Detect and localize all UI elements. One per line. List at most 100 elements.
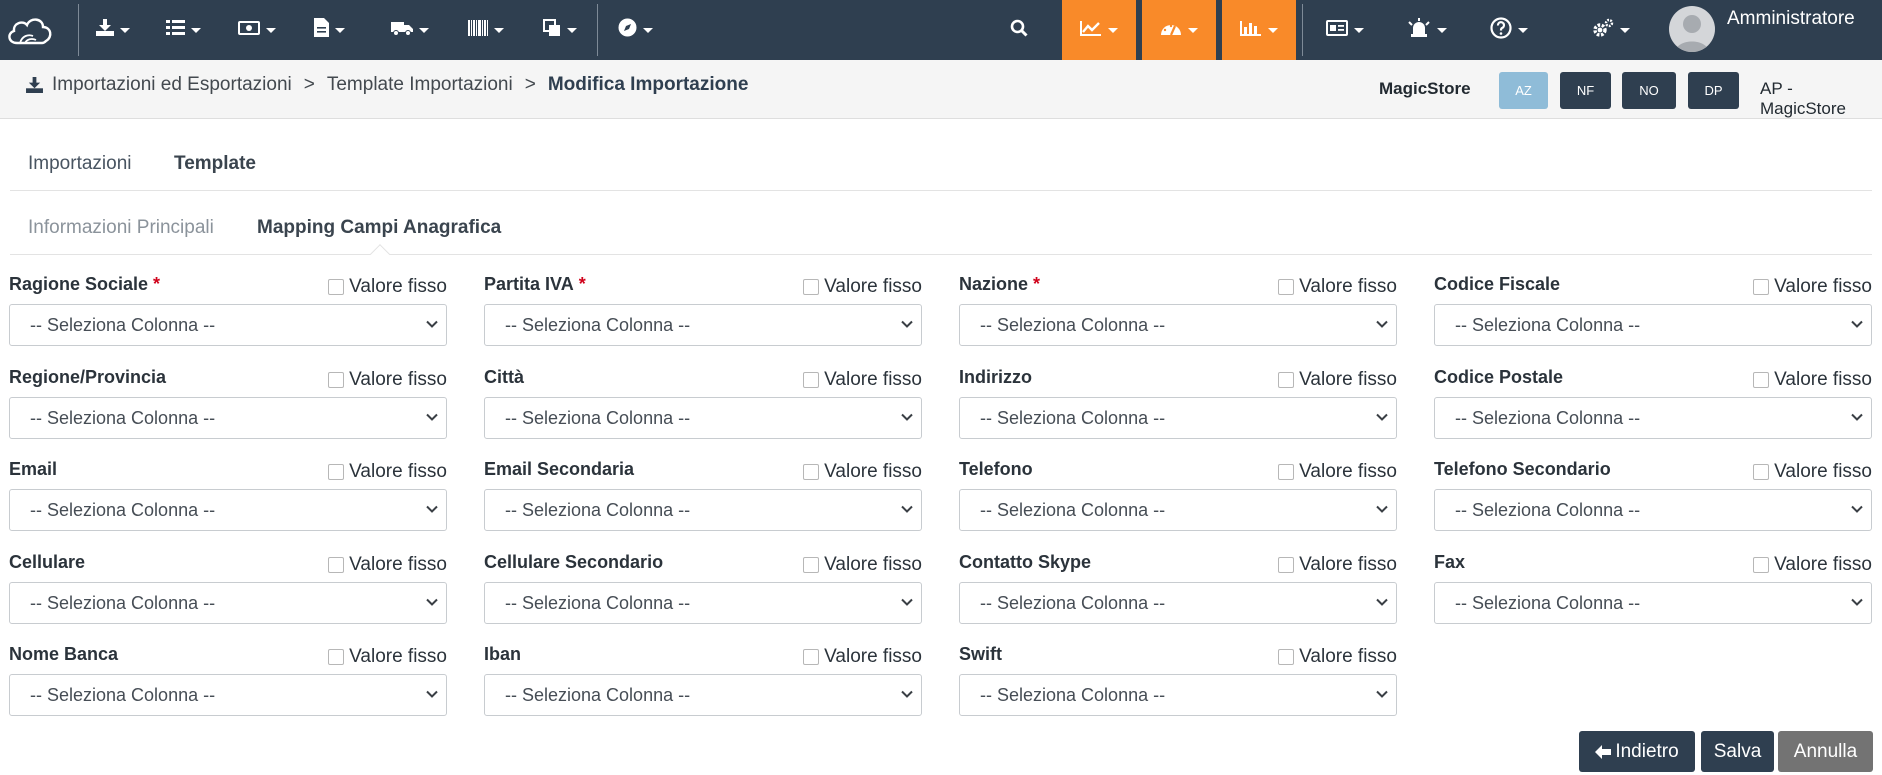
fixed-value-toggle[interactable]: Valore fisso (803, 369, 922, 391)
column-select[interactable]: -- Seleziona Colonna -- (9, 397, 447, 439)
fixed-value-label: Valore fisso (1774, 276, 1872, 297)
field-label-text: Contatto Skype (959, 552, 1092, 572)
fixed-value-checkbox[interactable] (803, 557, 820, 573)
tab-informazioni-principali[interactable]: Informazioni Principali (28, 217, 214, 239)
fixed-value-checkbox[interactable] (1753, 464, 1770, 480)
column-select[interactable]: -- Seleziona Colonna -- (484, 582, 922, 624)
fixed-value-toggle[interactable]: Valore fisso (1753, 554, 1872, 576)
column-select[interactable]: -- Seleziona Colonna -- (9, 674, 447, 716)
fixed-value-checkbox[interactable] (1753, 279, 1770, 295)
field-label: Regione/Provincia (9, 367, 171, 388)
fixed-value-checkbox[interactable] (1278, 464, 1295, 480)
avatar[interactable] (1669, 6, 1715, 52)
column-select[interactable]: -- Seleziona Colonna -- (1434, 489, 1872, 531)
fixed-value-checkbox[interactable] (328, 464, 345, 480)
column-select[interactable]: -- Seleziona Colonna -- (484, 674, 922, 716)
fixed-value-checkbox[interactable] (328, 279, 345, 295)
tab-importazioni[interactable]: Importazioni (28, 153, 132, 175)
column-select-value: -- Seleziona Colonna -- (1455, 592, 1641, 613)
save-button[interactable]: Salva (1701, 731, 1774, 772)
fixed-value-toggle[interactable]: Valore fisso (1753, 276, 1872, 298)
field-label-text: Codice Fiscale (1434, 274, 1561, 294)
column-select-value: -- Seleziona Colonna -- (30, 314, 216, 335)
breadcrumb-link-import-templates[interactable]: Template Importazioni (327, 74, 513, 96)
fixed-value-checkbox[interactable] (328, 557, 345, 573)
fixed-value-checkbox[interactable] (1278, 557, 1295, 573)
fixed-value-toggle[interactable]: Valore fisso (1753, 461, 1872, 483)
line-chart-icon (1080, 20, 1102, 41)
dashboard-menu[interactable] (1142, 0, 1216, 60)
tab-mapping-campi-anagrafica[interactable]: Mapping Campi Anagrafica (257, 217, 501, 239)
fixed-value-toggle[interactable]: Valore fisso (1278, 461, 1397, 483)
fixed-value-checkbox[interactable] (803, 649, 820, 665)
fixed-value-label: Valore fisso (1299, 461, 1397, 482)
column-select[interactable]: -- Seleziona Colonna -- (959, 582, 1397, 624)
fixed-value-checkbox[interactable] (1278, 372, 1295, 388)
contacts-menu[interactable] (1320, 0, 1370, 60)
column-select[interactable]: -- Seleziona Colonna -- (1434, 304, 1872, 346)
column-select[interactable]: -- Seleziona Colonna -- (959, 397, 1397, 439)
column-select[interactable]: -- Seleziona Colonna -- (484, 397, 922, 439)
fixed-value-toggle[interactable]: Valore fisso (1278, 276, 1397, 298)
fixed-value-checkbox[interactable] (328, 649, 345, 665)
column-select[interactable]: -- Seleziona Colonna -- (9, 489, 447, 531)
reports-menu[interactable] (1222, 0, 1296, 60)
fixed-value-toggle[interactable]: Valore fisso (328, 276, 447, 298)
column-select[interactable]: -- Seleziona Colonna -- (959, 489, 1397, 531)
explore-menu[interactable] (612, 0, 658, 60)
alerts-menu[interactable] (1398, 0, 1456, 60)
column-select[interactable]: -- Seleziona Colonna -- (959, 304, 1397, 346)
cloud-logo-icon[interactable] (2, 0, 58, 60)
fixed-value-toggle[interactable]: Valore fisso (803, 554, 922, 576)
fixed-value-checkbox[interactable] (803, 372, 820, 388)
column-select[interactable]: -- Seleziona Colonna -- (484, 489, 922, 531)
list-menu[interactable] (160, 0, 206, 60)
settings-menu[interactable] (1582, 0, 1640, 60)
money-menu[interactable] (234, 0, 280, 60)
barcode-menu[interactable] (462, 0, 510, 60)
fixed-value-checkbox[interactable] (1753, 557, 1770, 573)
import-menu[interactable] (90, 0, 136, 60)
fixed-value-checkbox[interactable] (803, 279, 820, 295)
fixed-value-toggle[interactable]: Valore fisso (328, 461, 447, 483)
fixed-value-checkbox[interactable] (803, 464, 820, 480)
column-select[interactable]: -- Seleziona Colonna -- (959, 674, 1397, 716)
column-select[interactable]: -- Seleziona Colonna -- (9, 582, 447, 624)
fixed-value-checkbox[interactable] (1278, 279, 1295, 295)
fixed-value-toggle[interactable]: Valore fisso (328, 369, 447, 391)
fixed-value-toggle[interactable]: Valore fisso (803, 646, 922, 668)
store-code-button-no[interactable]: NO (1622, 72, 1676, 109)
column-select[interactable]: -- Seleziona Colonna -- (1434, 582, 1872, 624)
column-select-value: -- Seleziona Colonna -- (1455, 407, 1641, 428)
mapping-field: Codice Postale Valore fisso -- Seleziona C… (1434, 353, 1872, 439)
fixed-value-toggle[interactable]: Valore fisso (803, 276, 922, 298)
store-code-button-dp[interactable]: DP (1688, 72, 1739, 109)
fixed-value-toggle[interactable]: Valore fisso (328, 554, 447, 576)
help-menu[interactable] (1484, 0, 1534, 60)
column-select[interactable]: -- Seleziona Colonna -- (1434, 397, 1872, 439)
fixed-value-toggle[interactable]: Valore fisso (1278, 646, 1397, 668)
column-select[interactable]: -- Seleziona Colonna -- (9, 304, 447, 346)
search-button[interactable] (1000, 0, 1038, 60)
field-label: Codice Postale (1434, 367, 1568, 388)
copy-menu[interactable] (536, 0, 584, 60)
fixed-value-checkbox[interactable] (1278, 649, 1295, 665)
column-select[interactable]: -- Seleziona Colonna -- (484, 304, 922, 346)
documents-menu[interactable] (306, 0, 352, 60)
fixed-value-toggle[interactable]: Valore fisso (328, 646, 447, 668)
user-name[interactable]: Amministratore (1727, 8, 1855, 30)
fixed-value-checkbox[interactable] (328, 372, 345, 388)
store-code-button-az[interactable]: AZ (1499, 72, 1548, 109)
store-code-button-nf[interactable]: NF (1560, 72, 1611, 109)
breadcrumb-link-imports-exports[interactable]: Importazioni ed Esportazioni (52, 74, 292, 96)
shipping-menu[interactable] (385, 0, 435, 60)
fixed-value-checkbox[interactable] (1753, 372, 1770, 388)
fixed-value-toggle[interactable]: Valore fisso (1278, 554, 1397, 576)
fixed-value-toggle[interactable]: Valore fisso (803, 461, 922, 483)
fixed-value-toggle[interactable]: Valore fisso (1753, 369, 1872, 391)
tab-template[interactable]: Template (174, 153, 256, 175)
cancel-button[interactable]: Annulla (1778, 731, 1873, 772)
back-button[interactable]: Indietro (1579, 731, 1695, 772)
stats-menu[interactable] (1062, 0, 1136, 60)
fixed-value-toggle[interactable]: Valore fisso (1278, 369, 1397, 391)
